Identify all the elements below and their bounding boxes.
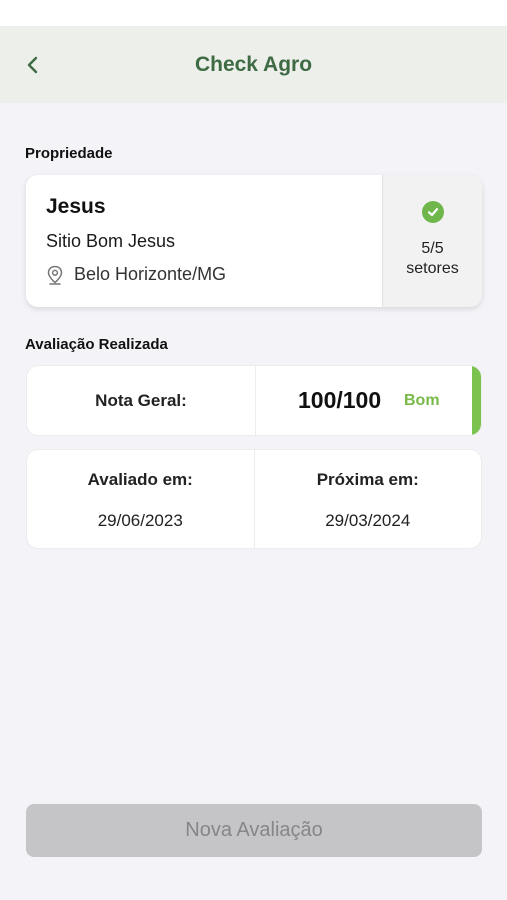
property-location-text: Belo Horizonte/MG [74,264,227,284]
property-section-label: Propriedade [25,145,113,162]
evaluated-label: Avaliado em: [87,470,193,489]
check-circle-icon [421,201,444,223]
score-grade: Bom [404,391,440,409]
score-panel: 100/100 Bom [256,366,481,435]
sectors-label: setores [406,260,459,277]
score-value: 100/100 [298,387,382,413]
sectors-count: 5/5 [421,240,444,257]
evaluated-date: 29/06/2023 [97,511,183,530]
status-bar [0,0,507,26]
score-label: Nota Geral: [27,366,256,435]
next-label: Próxima em: [316,470,419,489]
score-indicator-bar [472,366,481,435]
property-name: Jesus [46,195,106,218]
property-info: Jesus Sitio Bom Jesus Belo Horizonte/MG [26,175,382,307]
score-card: Nota Geral: 100/100 Bom [26,365,482,436]
evaluated-date-column: Avaliado em: 29/06/2023 [27,450,255,548]
dates-card: Avaliado em: 29/06/2023 Próxima em: 29/0… [26,449,482,549]
next-date-column: Próxima em: 29/03/2024 [255,450,482,548]
next-date: 29/03/2024 [325,511,411,530]
evaluation-section-label: Avaliação Realizada [25,336,168,353]
new-evaluation-button[interactable]: Nova Avaliação [26,804,482,857]
property-farm: Sitio Bom Jesus [46,231,176,251]
property-card[interactable]: Jesus Sitio Bom Jesus Belo Horizonte/MG … [26,175,482,307]
map-pin-icon [47,265,63,285]
property-location: Belo Horizonte/MG [46,264,382,285]
back-button[interactable] [18,50,48,80]
back-arrow-icon [27,56,38,74]
app-header: Check Agro [0,26,507,103]
page-title: Check Agro [194,52,313,76]
sectors-status: 5/5 setores [382,175,482,307]
